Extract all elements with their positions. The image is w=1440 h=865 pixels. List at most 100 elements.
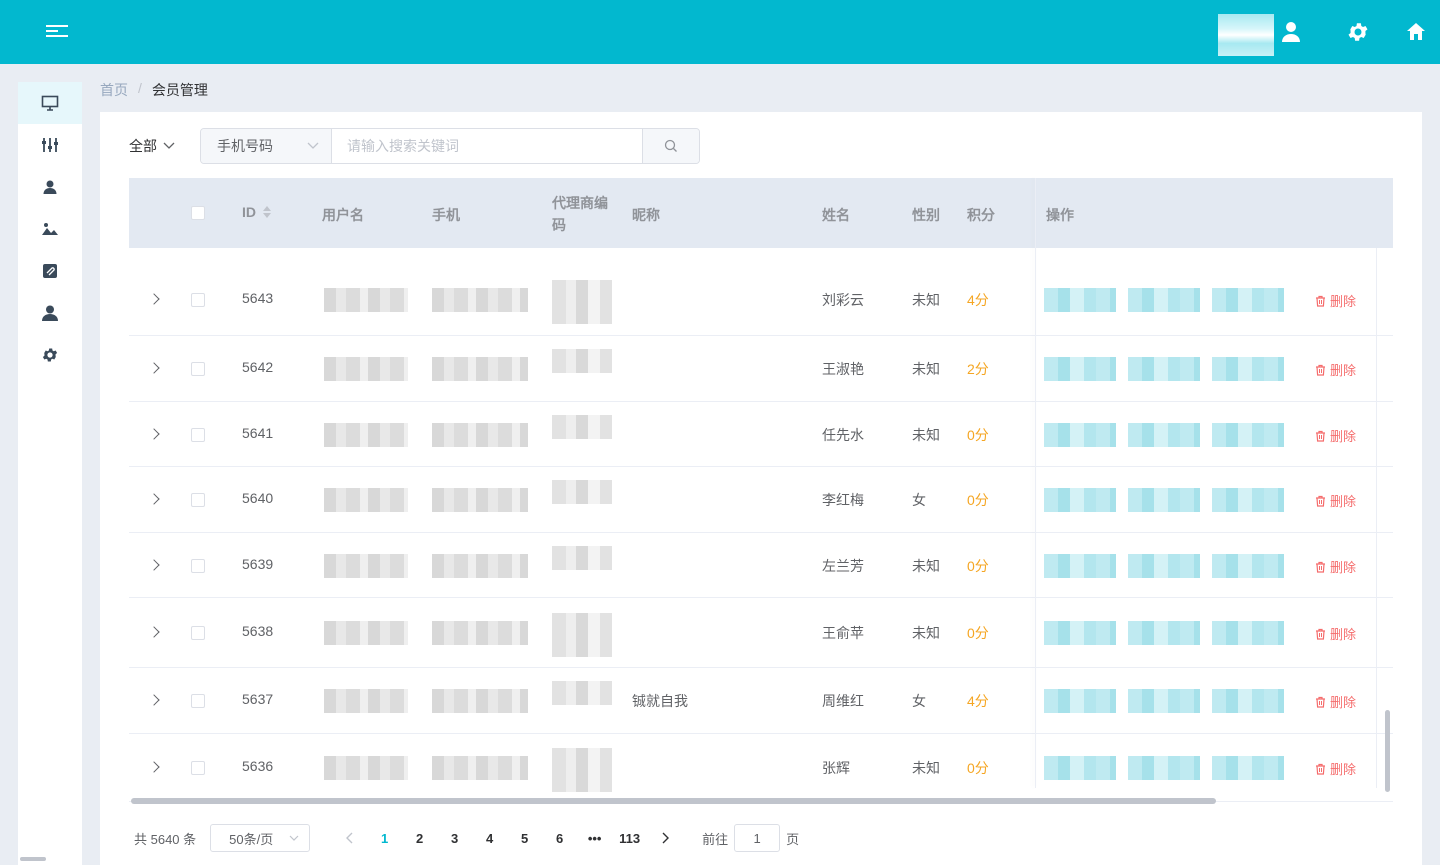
expand-row-icon[interactable] <box>148 362 160 374</box>
th-actions: 操作 <box>1046 207 1074 223</box>
horizontal-scrollbar[interactable] <box>131 798 1216 804</box>
delete-button[interactable]: 删除 <box>1315 692 1356 711</box>
action-link-blurred[interactable] <box>1044 554 1116 578</box>
vertical-scrollbar[interactable] <box>1385 710 1390 792</box>
nav-dashboard[interactable] <box>18 82 82 124</box>
row-checkbox[interactable] <box>191 761 205 775</box>
search-button[interactable] <box>642 129 699 163</box>
delete-button[interactable]: 删除 <box>1315 557 1356 576</box>
table-row[interactable]: 5640 李红梅 女 0分 删除 <box>129 467 1393 533</box>
page-button[interactable]: 2 <box>402 824 437 852</box>
expand-row-icon[interactable] <box>148 428 160 440</box>
table-row[interactable]: 5643 刘彩云 未知 4分 删除 <box>129 264 1393 336</box>
select-all-checkbox[interactable] <box>191 206 205 220</box>
cell-points: 0分 <box>967 558 989 574</box>
table-row[interactable]: 5637 铖就自我 周维红 女 4分 删除 <box>129 668 1393 734</box>
action-link-blurred[interactable] <box>1044 689 1116 713</box>
page-button[interactable]: 5 <box>507 824 542 852</box>
action-link-blurred[interactable] <box>1044 621 1116 645</box>
action-link-blurred[interactable] <box>1212 488 1284 512</box>
gear-icon <box>42 348 58 362</box>
page-button[interactable]: 3 <box>437 824 472 852</box>
table-row[interactable]: 5638 王俞苹 未知 0分 删除 <box>129 598 1393 668</box>
action-link-blurred[interactable] <box>1212 357 1284 381</box>
expand-row-icon[interactable] <box>148 559 160 571</box>
action-link-blurred[interactable] <box>1128 288 1200 312</box>
row-checkbox[interactable] <box>191 626 205 640</box>
cell-name: 李红梅 <box>822 492 864 508</box>
delete-button[interactable]: 删除 <box>1315 491 1356 510</box>
action-link-blurred[interactable] <box>1128 357 1200 381</box>
th-name: 姓名 <box>822 207 850 223</box>
expand-row-icon[interactable] <box>148 694 160 706</box>
breadcrumb-separator: / <box>138 80 142 96</box>
action-link-blurred[interactable] <box>1128 756 1200 780</box>
delete-button[interactable]: 删除 <box>1315 759 1356 778</box>
expand-row-icon[interactable] <box>148 293 160 305</box>
action-link-blurred[interactable] <box>1128 488 1200 512</box>
home-icon[interactable] <box>1404 20 1428 44</box>
search-field-select[interactable]: 手机号码 <box>201 129 332 163</box>
delete-button[interactable]: 删除 <box>1315 360 1356 379</box>
action-link-blurred[interactable] <box>1128 554 1200 578</box>
row-checkbox[interactable] <box>191 293 205 307</box>
expand-row-icon[interactable] <box>148 493 160 505</box>
page-button[interactable]: 113 <box>612 824 647 852</box>
page-button[interactable]: 6 <box>542 824 577 852</box>
user-icon[interactable] <box>1279 20 1303 44</box>
action-link-blurred[interactable] <box>1128 689 1200 713</box>
menu-toggle-icon[interactable] <box>46 22 68 42</box>
th-id[interactable]: ID <box>242 204 272 220</box>
table-row[interactable]: 5641 任先水 未知 0分 删除 <box>129 402 1393 467</box>
next-page-button[interactable] <box>647 824 682 852</box>
row-checkbox[interactable] <box>191 428 205 442</box>
scope-dropdown[interactable]: 全部 <box>129 136 175 156</box>
nav-images[interactable] <box>18 208 82 250</box>
action-link-blurred[interactable] <box>1128 621 1200 645</box>
breadcrumb-home[interactable]: 首页 <box>100 80 128 100</box>
page-button[interactable]: 1 <box>367 824 402 852</box>
page-button[interactable]: 4 <box>472 824 507 852</box>
delete-button[interactable]: 删除 <box>1315 291 1356 310</box>
expand-row-icon[interactable] <box>148 761 160 773</box>
table-row[interactable]: 5636 张辉 未知 0分 删除 <box>129 734 1393 802</box>
page-size-select[interactable]: 50条/页 <box>210 824 311 852</box>
action-link-blurred[interactable] <box>1212 621 1284 645</box>
delete-button[interactable]: 删除 <box>1315 624 1356 643</box>
action-link-blurred[interactable] <box>1212 423 1284 447</box>
nav-system-settings[interactable] <box>18 334 82 376</box>
action-link-blurred[interactable] <box>1044 488 1116 512</box>
search-input[interactable] <box>332 129 642 163</box>
action-link-blurred[interactable] <box>1044 288 1116 312</box>
action-link-blurred[interactable] <box>1044 357 1116 381</box>
table-row[interactable]: 5639 左兰芳 未知 0分 删除 <box>129 533 1393 598</box>
sort-icon[interactable] <box>262 205 272 219</box>
cell-phone-blurred <box>432 554 528 578</box>
table-row[interactable]: 5642 王淑艳 未知 2分 删除 <box>129 336 1393 402</box>
nav-attachments[interactable] <box>18 250 82 292</box>
prev-page-button[interactable] <box>332 824 367 852</box>
action-link-blurred[interactable] <box>1212 554 1284 578</box>
row-checkbox[interactable] <box>191 493 205 507</box>
action-link-blurred[interactable] <box>1212 288 1284 312</box>
user-avatar-blurred[interactable] <box>1218 14 1274 56</box>
page-ellipsis[interactable]: ••• <box>577 824 612 852</box>
row-checkbox[interactable] <box>191 694 205 708</box>
action-link-blurred[interactable] <box>1044 756 1116 780</box>
row-checkbox[interactable] <box>191 362 205 376</box>
fixed-column-divider <box>1035 178 1036 788</box>
action-link-blurred[interactable] <box>1212 756 1284 780</box>
settings-gear-icon[interactable] <box>1346 20 1370 44</box>
nav-account[interactable] <box>18 292 82 334</box>
expand-row-icon[interactable] <box>148 626 160 638</box>
action-link-blurred[interactable] <box>1212 689 1284 713</box>
row-checkbox[interactable] <box>191 559 205 573</box>
goto-page-input[interactable] <box>734 824 781 852</box>
delete-button[interactable]: 删除 <box>1315 426 1356 445</box>
cell-id: 5637 <box>242 691 274 707</box>
sidebar-scrollbar[interactable] <box>20 857 46 861</box>
nav-members[interactable] <box>18 166 82 208</box>
action-link-blurred[interactable] <box>1128 423 1200 447</box>
action-link-blurred[interactable] <box>1044 423 1116 447</box>
nav-settings-sliders[interactable] <box>18 124 82 166</box>
